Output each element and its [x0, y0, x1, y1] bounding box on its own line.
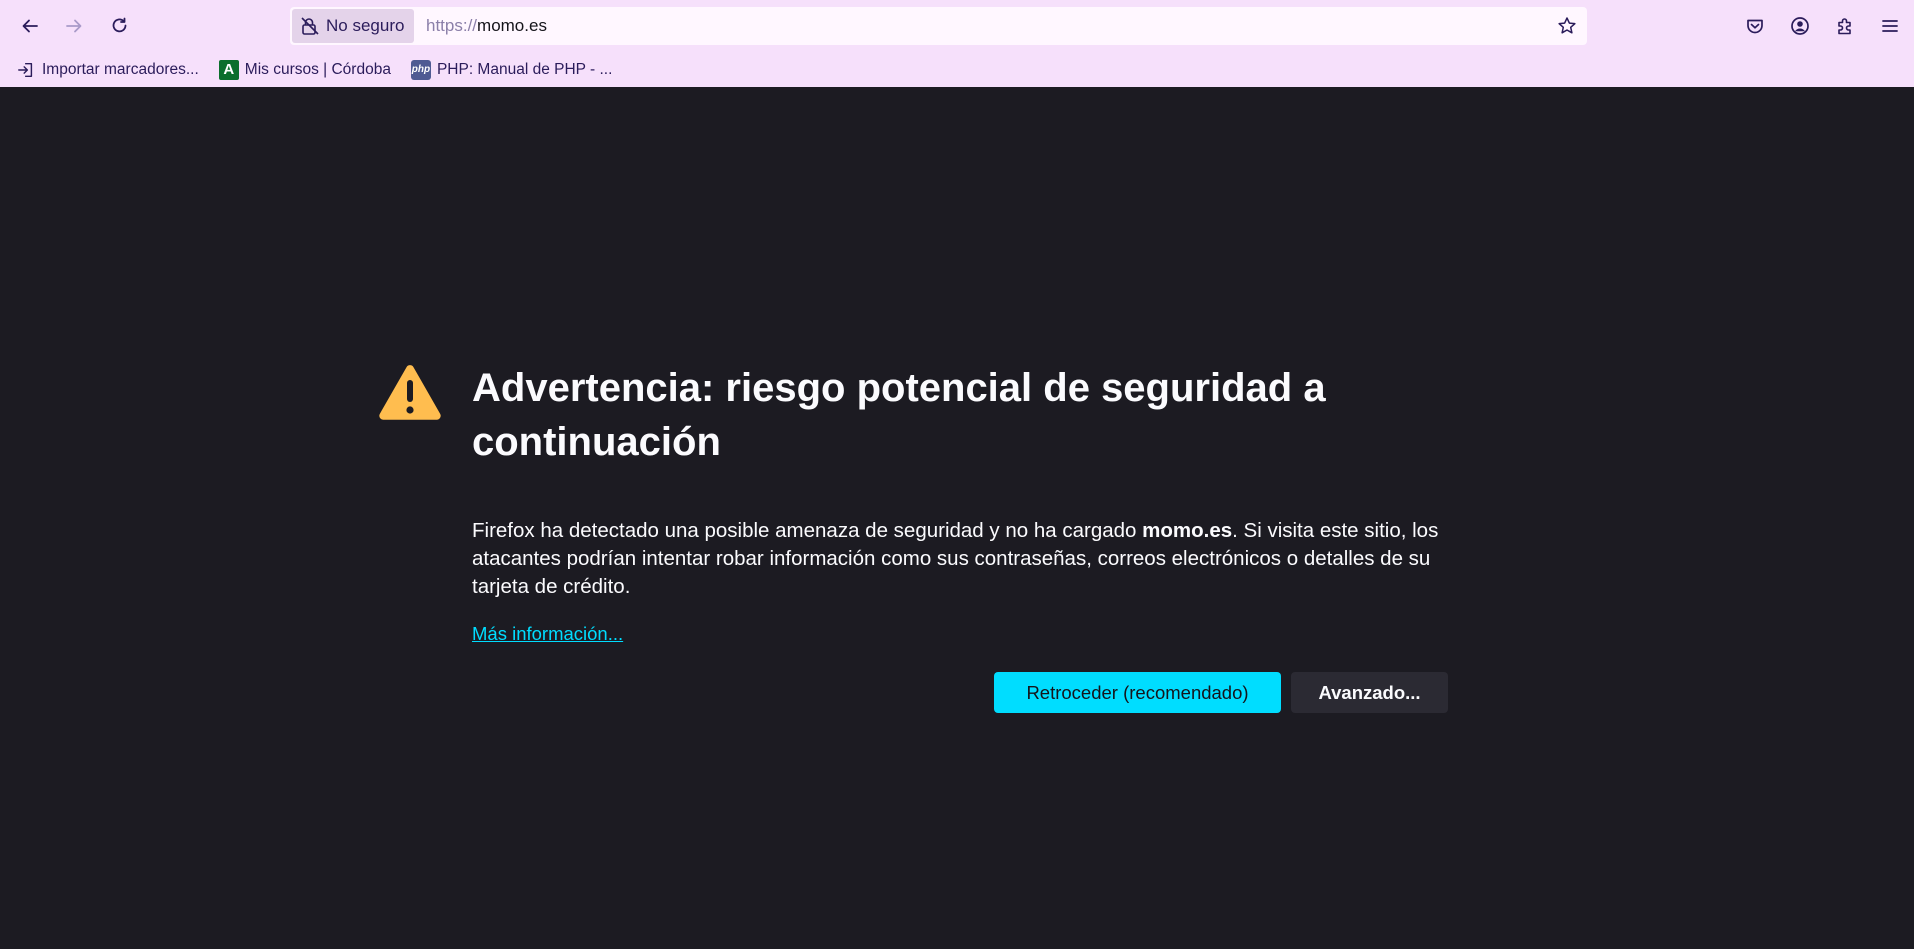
advanced-button[interactable]: Avanzado...: [1291, 672, 1448, 713]
learn-more-link[interactable]: Más información...: [472, 623, 623, 645]
pocket-icon: [1747, 19, 1763, 34]
back-button[interactable]: [12, 10, 48, 42]
bookmark-label: PHP: Manual de PHP - ...: [436, 60, 613, 78]
pocket-button[interactable]: [1737, 10, 1773, 42]
bookmark-import[interactable]: Importar marcadores...: [14, 56, 201, 84]
url-host: momo.es: [477, 16, 547, 35]
description-host: momo.es: [1142, 519, 1233, 542]
bookmark-label: Importar marcadores...: [42, 60, 199, 78]
extensions-button[interactable]: [1827, 10, 1863, 42]
reload-button[interactable]: [102, 10, 138, 42]
account-button[interactable]: [1782, 10, 1818, 42]
bookmark-mis-cursos[interactable]: A Mis cursos | Córdoba: [217, 56, 393, 84]
description-prefix: Firefox ha detectado una posible amenaza…: [472, 519, 1143, 542]
star-icon: [1558, 17, 1576, 34]
error-title: Advertencia: riesgo potencial de segurid…: [472, 366, 1326, 464]
url-scheme: https://: [426, 16, 478, 35]
forward-icon: [66, 19, 82, 33]
bookmarks-toolbar: Importar marcadores... A Mis cursos | Có…: [0, 52, 1914, 87]
navigation-toolbar: No seguro https://momo.es: [0, 0, 1914, 52]
bookmark-star-button[interactable]: [1555, 14, 1579, 38]
error-description: Firefox ha detectado una posible amenaza…: [472, 517, 1462, 601]
import-icon: [16, 60, 36, 80]
account-icon: [1791, 17, 1809, 35]
warning-icon: [379, 365, 441, 420]
reload-icon: [112, 17, 127, 33]
extensions-icon: [1838, 18, 1851, 35]
not-secure-label: No seguro: [326, 16, 405, 35]
app-menu-button[interactable]: [1872, 10, 1908, 42]
back-icon: [22, 19, 38, 33]
url-text[interactable]: https://momo.es: [426, 16, 547, 36]
php-favicon-icon: php: [410, 59, 431, 80]
toolbar-icons: [1737, 10, 1908, 42]
lock-warning-icon: [301, 17, 319, 35]
menu-icon: [1882, 20, 1898, 32]
bookmark-label: Mis cursos | Córdoba: [244, 60, 391, 78]
site-identity-button[interactable]: No seguro: [292, 9, 415, 43]
go-back-button[interactable]: Retroceder (recomendado): [994, 672, 1281, 713]
url-bar[interactable]: No seguro https://momo.es: [290, 7, 1587, 45]
bookmark-php-manual[interactable]: php PHP: Manual de PHP - ...: [409, 56, 614, 84]
forward-button[interactable]: [56, 10, 92, 42]
andalucia-favicon-icon: A: [218, 59, 239, 80]
browser-chrome: No seguro https://momo.es Importar marca…: [0, 0, 1914, 87]
error-page: Advertencia: riesgo potencial de segurid…: [0, 87, 1914, 949]
